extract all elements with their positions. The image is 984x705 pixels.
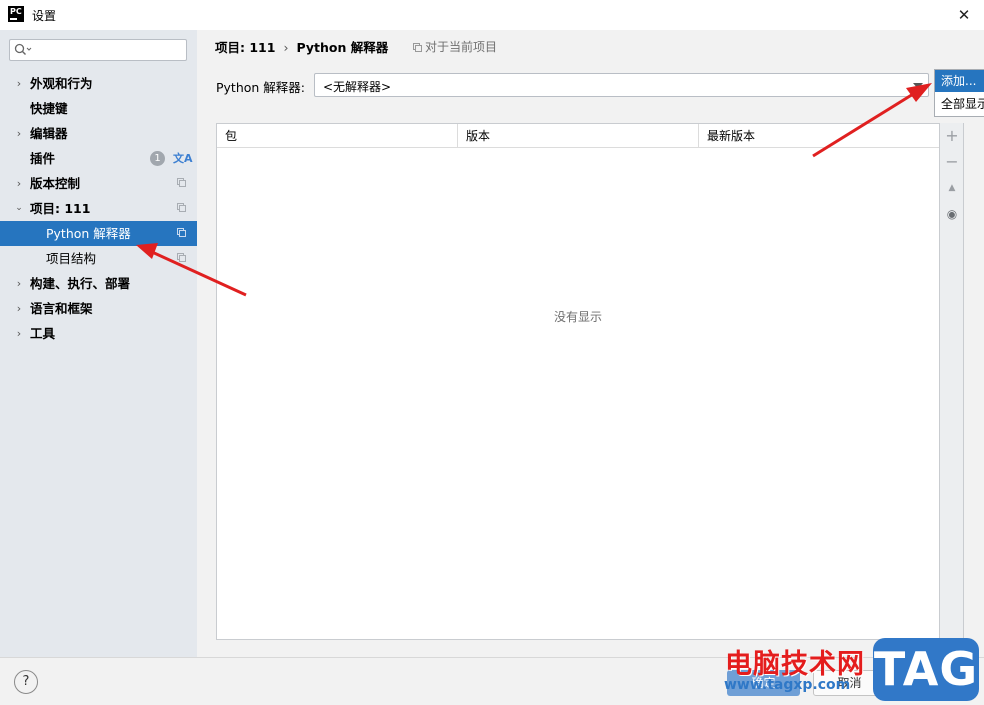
chevron-right-icon: › bbox=[16, 127, 22, 140]
interpreter-label: Python 解释器: bbox=[216, 80, 306, 95]
pycharm-logo-icon: PC bbox=[8, 6, 24, 22]
sidebar-item-version-control[interactable]: › 版本控制 bbox=[0, 171, 197, 196]
sidebar-item-languages[interactable]: › 语言和框架 bbox=[0, 296, 197, 321]
dropdown-caret-icon bbox=[913, 83, 923, 89]
translate-icon: 文A bbox=[173, 152, 193, 165]
interpreter-select[interactable]: <无解释器> bbox=[314, 73, 929, 97]
column-header-version[interactable]: 版本 bbox=[458, 124, 699, 148]
sidebar-item-editor[interactable]: › 编辑器 bbox=[0, 121, 197, 146]
add-package-button[interactable]: + bbox=[940, 124, 964, 148]
chevron-right-icon: › bbox=[16, 327, 22, 340]
title-bar: PC 设置 ✕ bbox=[0, 0, 984, 30]
project-scope-icon bbox=[177, 178, 186, 187]
project-scope-icon bbox=[177, 203, 186, 212]
update-count-badge: 1 bbox=[150, 151, 165, 166]
watermark-tag-logo: TAG bbox=[873, 638, 979, 701]
settings-search-input[interactable] bbox=[9, 39, 187, 61]
chevron-right-icon: › bbox=[16, 302, 22, 315]
project-scope-icon bbox=[413, 43, 422, 52]
project-scope-icon bbox=[177, 228, 186, 237]
column-header-latest-version[interactable]: 最新版本 bbox=[699, 124, 939, 148]
empty-state-text: 没有显示 bbox=[553, 310, 602, 324]
project-scope-icon bbox=[177, 253, 186, 262]
menu-item-add[interactable]: 添加... bbox=[935, 70, 984, 92]
column-header-package[interactable]: 包 bbox=[217, 124, 458, 148]
chevron-down-icon: ⌄ bbox=[15, 203, 23, 213]
sidebar-item-project-structure[interactable]: 项目结构 bbox=[0, 246, 197, 271]
breadcrumb-parent[interactable]: 项目: 111 bbox=[215, 40, 275, 55]
close-button[interactable]: ✕ bbox=[944, 0, 984, 30]
sidebar-item-appearance[interactable]: › 外观和行为 bbox=[0, 71, 197, 96]
chevron-right-icon: › bbox=[16, 77, 22, 90]
breadcrumb: 项目: 111 › Python 解释器 bbox=[215, 37, 388, 56]
sidebar-item-build[interactable]: › 构建、执行、部署 bbox=[0, 271, 197, 296]
chevron-right-icon: › bbox=[16, 177, 22, 190]
watermark-site-name: 电脑技术网 bbox=[725, 649, 865, 680]
chevron-right-icon: › bbox=[16, 277, 22, 290]
add-interpreter-popup: 添加... 全部显示 bbox=[934, 69, 984, 117]
packages-table: 包 版本 最新版本 没有显示 bbox=[216, 123, 940, 640]
sidebar-item-tools[interactable]: › 工具 bbox=[0, 321, 197, 346]
sidebar-item-python-interpreter[interactable]: Python 解释器 bbox=[0, 221, 197, 246]
menu-item-show-all[interactable]: 全部显示 bbox=[935, 93, 984, 115]
watermark-url: www.tagxp.com bbox=[724, 677, 851, 693]
eye-icon[interactable]: ◉ bbox=[940, 202, 964, 226]
remove-package-button[interactable]: − bbox=[940, 150, 964, 174]
breadcrumb-separator: › bbox=[283, 40, 289, 55]
help-button[interactable]: ? bbox=[14, 670, 38, 694]
interpreter-value: <无解释器> bbox=[323, 80, 392, 94]
window-title: 设置 bbox=[32, 9, 57, 23]
sidebar-item-plugins[interactable]: 插件 1 文A bbox=[0, 146, 197, 171]
sidebar-item-project[interactable]: ⌄ 项目: 111 bbox=[0, 196, 197, 221]
scope-note: 对于当前项目 bbox=[413, 38, 497, 55]
search-icon bbox=[14, 43, 32, 55]
upgrade-package-button[interactable]: ▲ bbox=[940, 176, 964, 200]
breadcrumb-current: Python 解释器 bbox=[296, 40, 389, 55]
table-toolbar: + − ▲ ◉ bbox=[940, 123, 964, 640]
sidebar-item-keymap[interactable]: 快捷键 bbox=[0, 96, 197, 121]
